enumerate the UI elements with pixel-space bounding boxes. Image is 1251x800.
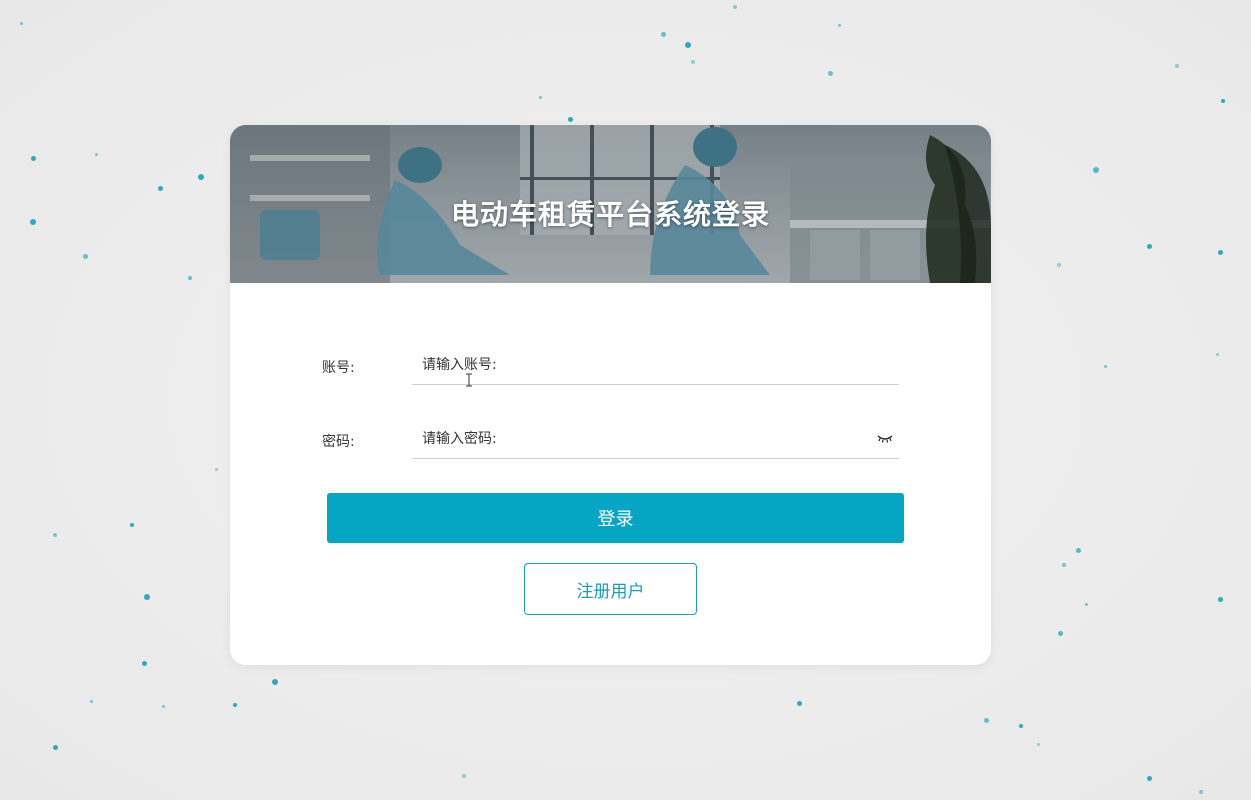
particle [733, 5, 737, 9]
header-banner: 电动车租赁平台系统登录 [230, 125, 991, 283]
account-label: 账号: [322, 360, 355, 376]
login-button[interactable]: 登录 [327, 493, 904, 543]
login-card: 电动车租赁平台系统登录 账号: 密码: 登录 注册用户 [230, 125, 991, 665]
password-row: 密码: [322, 419, 899, 461]
password-input[interactable] [412, 419, 899, 459]
particle [144, 594, 150, 600]
particle [1062, 563, 1066, 567]
particle [1093, 167, 1099, 173]
login-page: 电动车租赁平台系统登录 账号: 密码: 登录 注册用户 [0, 0, 1251, 800]
particle [198, 174, 204, 180]
particle [31, 156, 36, 161]
particle [1147, 244, 1152, 249]
particle [568, 117, 573, 122]
particle [158, 186, 163, 191]
particle [83, 254, 88, 259]
particle [90, 700, 93, 703]
particle [30, 219, 36, 225]
particle [661, 32, 666, 37]
particle [272, 679, 278, 685]
particle [1147, 776, 1152, 781]
particle [188, 276, 192, 280]
particle [1076, 548, 1081, 553]
particle [130, 523, 134, 527]
particle [838, 24, 841, 27]
particle [1037, 743, 1040, 746]
particle [1085, 603, 1088, 606]
particle [1104, 365, 1107, 368]
particle [53, 533, 57, 537]
eye-closed-icon[interactable] [877, 431, 893, 445]
account-row: 账号: [322, 345, 899, 387]
register-button[interactable]: 注册用户 [524, 563, 697, 615]
particle [1175, 64, 1179, 68]
particle [20, 22, 23, 25]
particle [95, 153, 98, 156]
particle [691, 60, 695, 64]
login-form: 账号: 密码: 登录 注册用户 [230, 283, 991, 665]
account-input[interactable] [412, 345, 899, 385]
page-title: 电动车租赁平台系统登录 [450, 198, 770, 231]
particle [1199, 790, 1203, 794]
particle [142, 661, 147, 666]
particle [1218, 250, 1223, 255]
text-cursor-icon [466, 373, 472, 387]
particle [984, 718, 989, 723]
particle [1221, 99, 1225, 103]
particle [1058, 631, 1063, 636]
particle [1218, 597, 1223, 602]
particle [53, 745, 58, 750]
particle [233, 703, 237, 707]
particle [462, 774, 466, 778]
particle [828, 71, 833, 76]
particle [539, 96, 542, 99]
particle [797, 701, 802, 706]
password-label: 密码: [322, 434, 355, 450]
particle [162, 705, 165, 708]
particle [1216, 353, 1219, 356]
particle [1019, 724, 1023, 728]
particle [215, 468, 218, 471]
particle [1057, 263, 1061, 267]
particle [685, 42, 691, 48]
